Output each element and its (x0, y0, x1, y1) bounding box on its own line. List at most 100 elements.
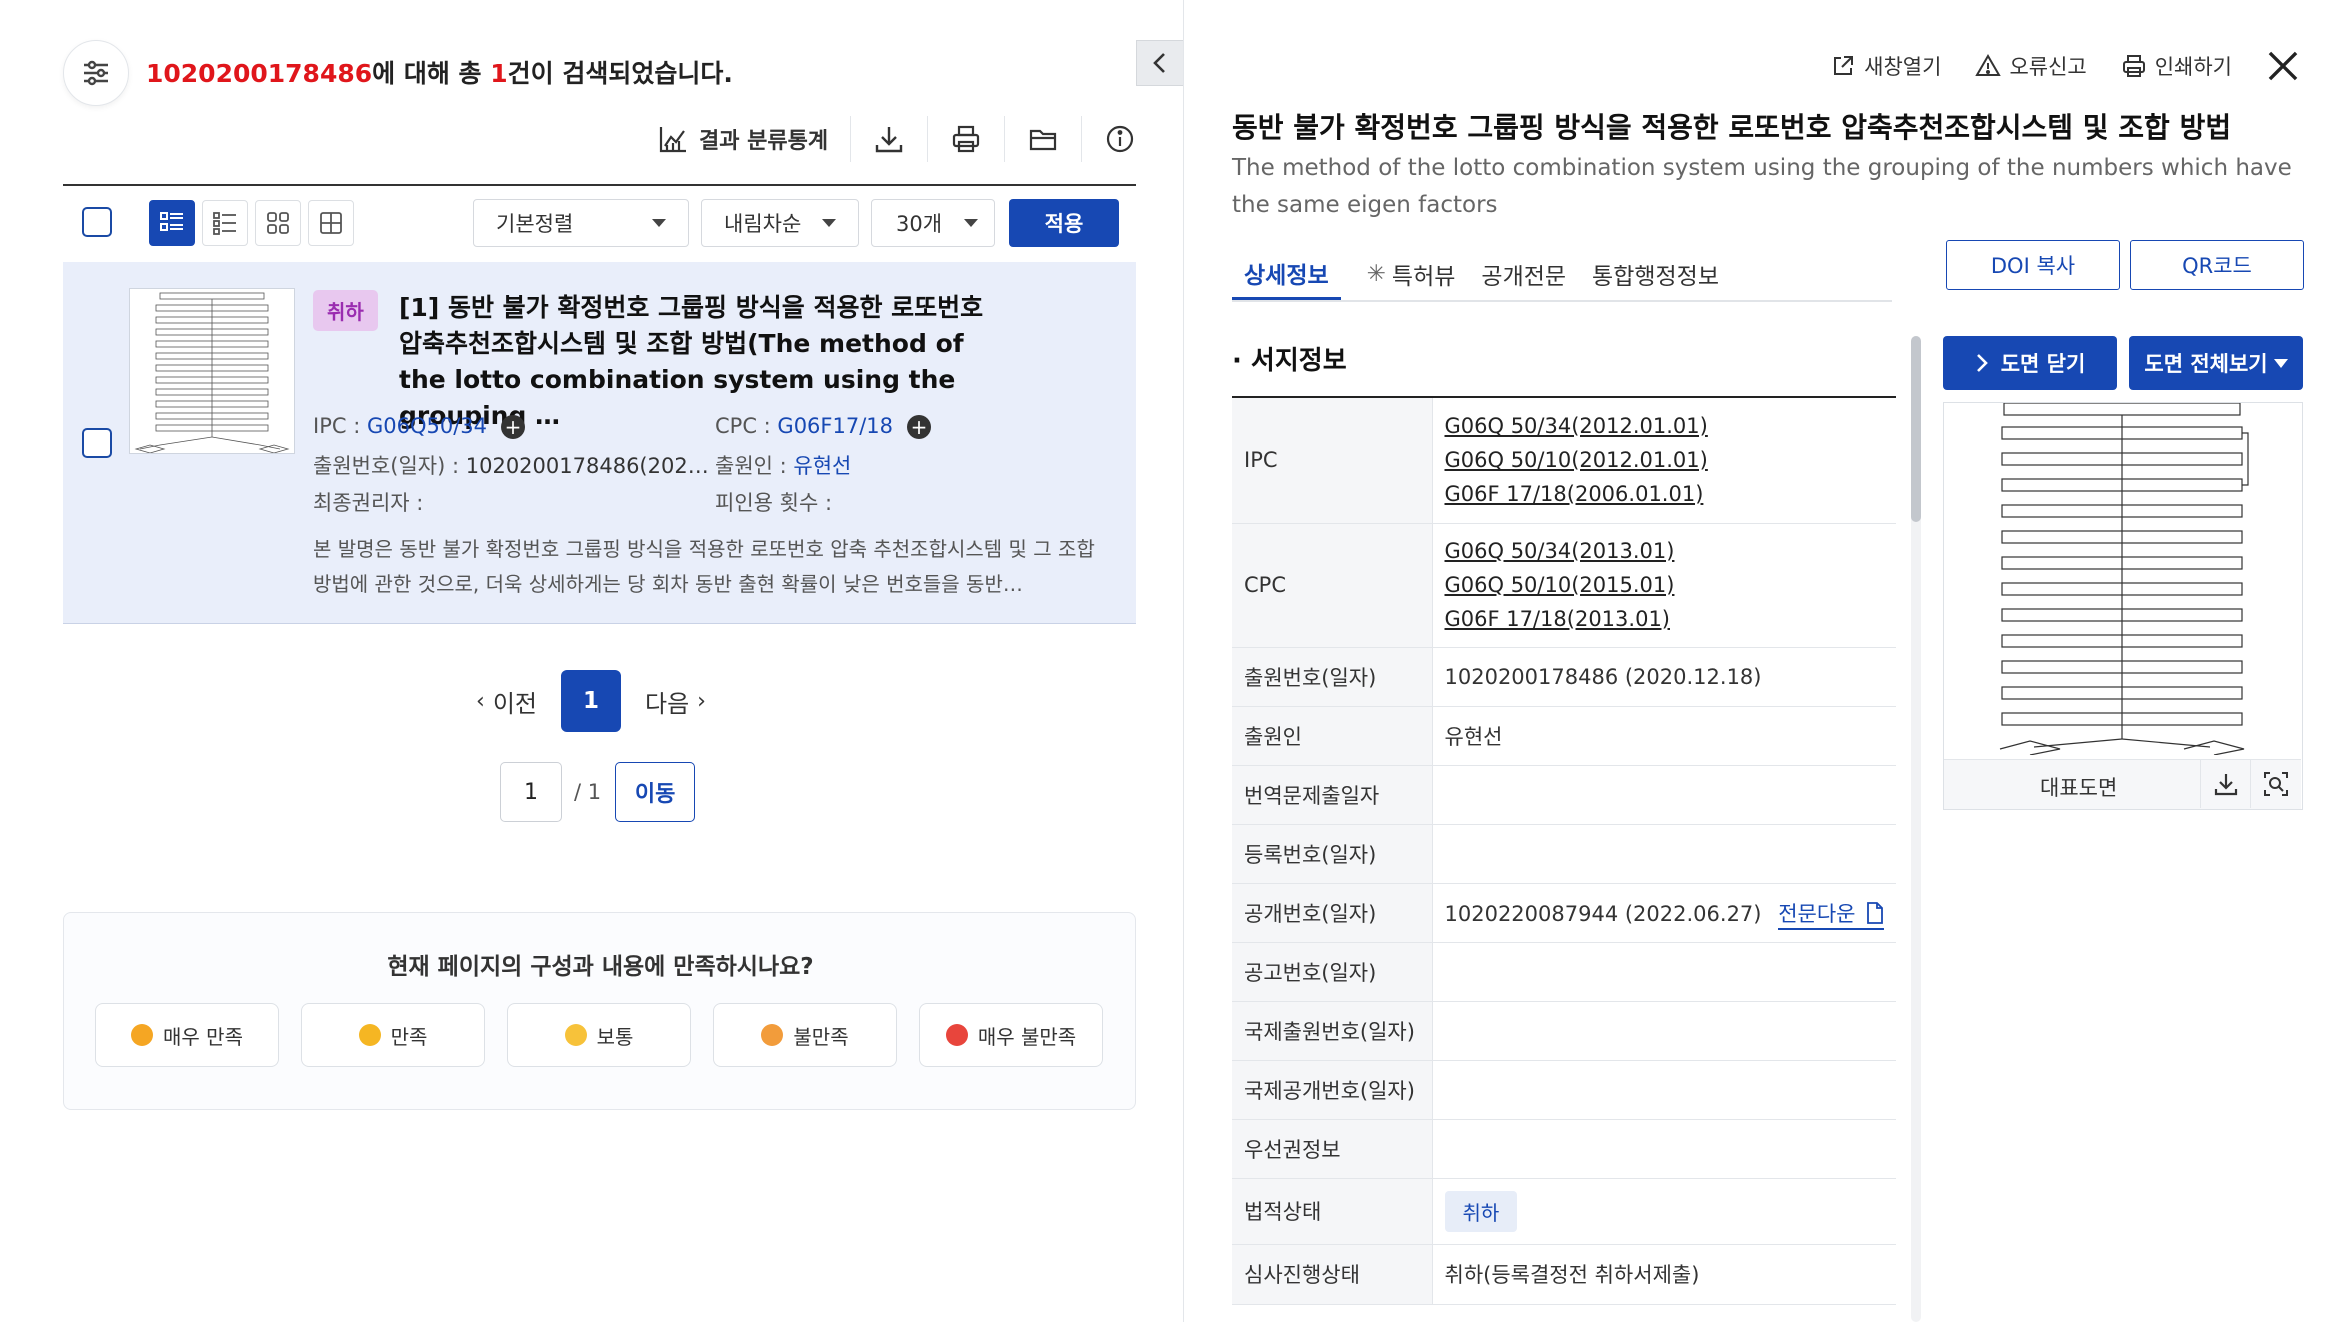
citation-label: 피인용 횟수 : (715, 491, 833, 515)
stats-label: 결과 분류통계 (699, 129, 829, 154)
grid-icon (267, 212, 289, 234)
survey-option-label: 보통 (596, 1024, 634, 1049)
search-summary: 1020200178486에 대해 총 1건이 검색되었습니다. (146, 54, 733, 90)
chevron-down-icon (652, 219, 666, 227)
ipc-code-link[interactable]: G06Q 50/10(2012.01.01) (1445, 443, 1897, 477)
happy-emoji-icon (358, 1024, 381, 1046)
tab-integrated-admin[interactable]: 통합행정정보 (1592, 248, 1719, 300)
section-title: · 서지정보 (1232, 346, 1347, 376)
view-detail-list-button[interactable] (149, 200, 195, 246)
page-input[interactable]: 1 (500, 762, 562, 822)
survey-option-label: 불만족 (793, 1024, 849, 1049)
row-value-priority (1432, 1119, 1896, 1179)
drawing-zoom-button[interactable] (2250, 760, 2300, 808)
survey-option-label: 만족 (390, 1024, 428, 1049)
row-key-intl-publication: 국제공개번호(일자) (1232, 1060, 1433, 1120)
view-all-drawings-button[interactable]: 도면 전체보기 (2129, 336, 2303, 390)
row-value-registration (1432, 824, 1896, 884)
view-simple-list-button[interactable] (202, 200, 248, 246)
zoom-icon (2263, 772, 2288, 796)
row-key-intl-application: 국제출원번호(일자) (1232, 1001, 1433, 1061)
info-button[interactable] (1082, 116, 1158, 162)
drawing-download-button[interactable] (2200, 760, 2250, 808)
doi-copy-button[interactable]: DOI 복사 (1946, 240, 2120, 290)
report-error-button[interactable]: 오류신고 (1975, 51, 2087, 81)
flowchart-drawing[interactable] (1944, 403, 2300, 755)
legal-status-badge: 취하 (1444, 1190, 1518, 1232)
table-row: 출원인 유현선 (1232, 706, 1896, 766)
sort-select[interactable]: 기본정렬 (473, 199, 689, 247)
page-jump: 1 / 1 이동 (500, 762, 696, 822)
survey-option-neutral[interactable]: 보통 (507, 1003, 691, 1067)
sparkle-icon: ✳ (1366, 261, 1386, 287)
survey-question: 현재 페이지의 구성과 내용에 만족하시나요? (387, 954, 814, 980)
cpc-link[interactable]: G06F17/18 (777, 414, 893, 438)
page-size-select-value: 30개 (896, 212, 943, 236)
fulltext-download-link[interactable]: 전문다운 (1778, 901, 1885, 930)
publication-value: 1020220087944 (2022.06.27) (1444, 901, 1762, 926)
prev-page-button[interactable]: ‹ 이전 (476, 684, 537, 719)
row-key-application: 출원번호(일자) (1232, 647, 1433, 707)
close-detail-button[interactable] (2266, 49, 2300, 83)
result-title[interactable]: [1] 동반 불가 확정번호 그룹핑 방식을 적용한 로또번호 압축추천조합시스… (399, 290, 999, 434)
ipc-code-link[interactable]: G06F 17/18(2006.01.01) (1445, 477, 1897, 511)
apply-button[interactable]: 적용 (1009, 199, 1119, 247)
close-drawing-button[interactable]: 도면 닫기 (1943, 336, 2117, 390)
survey-option-dissatisfied[interactable]: 불만족 (713, 1003, 897, 1067)
result-item[interactable]: 취하 [1] 동반 불가 확정번호 그룹핑 방식을 적용한 로또번호 압축추천조… (63, 262, 1136, 624)
cpc-code-link[interactable]: G06Q 50/10(2015.01) (1445, 568, 1897, 602)
stats-button[interactable]: 결과 분류통계 (635, 116, 852, 162)
survey-option-very-satisfied[interactable]: 매우 만족 (95, 1003, 279, 1067)
collapse-detail-button[interactable] (1136, 40, 1184, 86)
survey-option-very-dissatisfied[interactable]: 매우 불만족 (919, 1003, 1103, 1067)
survey-option-satisfied[interactable]: 만족 (301, 1003, 485, 1067)
next-page-label: 다음 (644, 689, 690, 718)
download-icon (875, 127, 903, 153)
ipc-code-link[interactable]: G06Q 50/34(2012.01.01) (1445, 409, 1897, 443)
view-grid-button[interactable] (255, 200, 301, 246)
neutral-emoji-icon (564, 1024, 587, 1046)
qr-code-button[interactable]: QR코드 (2130, 240, 2304, 290)
row-key-announcement: 공고번호(일자) (1232, 942, 1433, 1002)
print-detail-label: 인쇄하기 (2154, 55, 2232, 79)
row-key-registration: 등록번호(일자) (1232, 824, 1433, 884)
applicant-link[interactable]: 유현선 (793, 454, 851, 478)
plus-circle-icon[interactable]: + (501, 415, 525, 439)
result-thumbnail[interactable] (129, 288, 295, 454)
result-count: 1 (490, 59, 508, 88)
select-all-checkbox[interactable] (82, 207, 112, 237)
view-all-drawings-label: 도면 전체보기 (2144, 352, 2268, 376)
representative-drawing-panel: 대표도면 (1943, 402, 2303, 810)
angry-emoji-icon (945, 1024, 968, 1046)
filter-button[interactable] (63, 40, 129, 106)
detail-scrollbar-thumb[interactable] (1911, 336, 1921, 522)
plus-circle-icon[interactable]: + (907, 415, 932, 439)
print-detail-button[interactable]: 인쇄하기 (2121, 51, 2232, 81)
chevron-right-icon (1976, 354, 1988, 372)
page-size-select[interactable]: 30개 (871, 199, 995, 247)
chevron-left-icon: ‹ (476, 688, 485, 714)
folder-button[interactable] (1005, 116, 1083, 162)
tab-patent-view-label: 특허뷰 (1391, 264, 1456, 290)
order-select[interactable]: 내림차순 (701, 199, 859, 247)
result-cpc: CPC : G06F17/18 + (715, 414, 932, 439)
tab-public-fulltext[interactable]: 공개전문 (1481, 248, 1566, 300)
card-icon (320, 212, 342, 234)
cpc-code-link[interactable]: G06F 17/18(2013.01) (1445, 602, 1897, 636)
tab-patent-view[interactable]: ✳ 특허뷰 (1367, 248, 1456, 300)
cpc-code-link[interactable]: G06Q 50/34(2013.01) (1445, 534, 1897, 568)
sliders-icon (84, 60, 108, 86)
print-button[interactable] (928, 116, 1006, 162)
result-checkbox[interactable] (82, 428, 112, 458)
chevron-down-icon (964, 219, 978, 227)
tab-detail-info[interactable]: 상세정보 (1232, 248, 1341, 300)
download-button[interactable] (851, 116, 929, 162)
goto-page-button[interactable]: 이동 (615, 762, 696, 822)
page-number-current[interactable]: 1 (560, 670, 621, 732)
next-page-button[interactable]: 다음 › (645, 684, 706, 719)
fulltext-download-label: 전문다운 (1778, 901, 1856, 926)
new-window-button[interactable]: 새창열기 (1830, 51, 1941, 81)
view-card-button[interactable] (308, 200, 354, 246)
ipc-link[interactable]: G06Q50/34 (367, 414, 487, 438)
flowchart-drawing (134, 292, 290, 454)
